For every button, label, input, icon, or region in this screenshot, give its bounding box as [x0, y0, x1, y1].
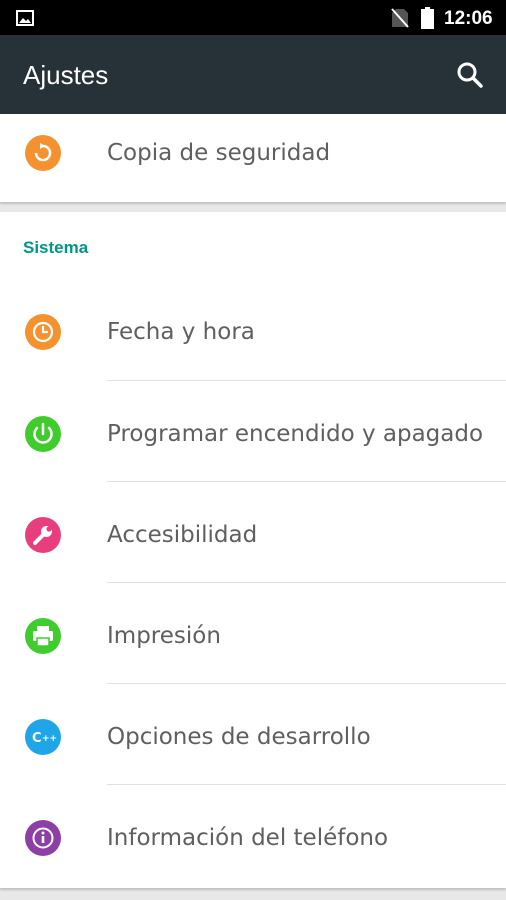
app-bar: Ajustes [0, 35, 506, 114]
svg-text:++: ++ [42, 734, 57, 744]
developer-icon: C ++ [25, 719, 61, 755]
no-sim-icon [391, 8, 409, 28]
settings-item-accessibility[interactable]: Accesibilidad [0, 482, 506, 583]
settings-item-label: Programar encendido y apagado [107, 421, 484, 447]
settings-item-label: Fecha y hora [107, 319, 255, 345]
settings-card-system: Sistema Fecha y hora Programar encendido… [0, 212, 506, 888]
settings-item-label: Copia de seguridad [107, 140, 331, 166]
settings-item-label: Información del teléfono [107, 825, 389, 851]
settings-item-label: Accesibilidad [107, 522, 258, 548]
page-title: Ajustes [23, 60, 109, 90]
settings-item-phone-info[interactable]: Información del teléfono [0, 785, 506, 886]
status-bar: 12:06 [0, 0, 506, 35]
section-header-system: Sistema [23, 238, 89, 257]
settings-item-printing[interactable]: Impresión [0, 583, 506, 684]
settings-item-schedule-power[interactable]: Programar encendido y apagado [0, 381, 506, 482]
gallery-icon [16, 10, 34, 26]
info-icon [25, 820, 61, 856]
search-button[interactable] [450, 57, 490, 93]
power-icon [25, 416, 61, 452]
wrench-icon [25, 517, 61, 553]
battery-icon [421, 7, 434, 29]
printer-icon [25, 618, 61, 654]
settings-item-date-time[interactable]: Fecha y hora [0, 280, 506, 381]
status-time: 12:06 [444, 8, 493, 29]
settings-card-top: Copia de seguridad [0, 114, 506, 202]
settings-item-label: Opciones de desarrollo [107, 724, 371, 750]
search-icon [457, 62, 483, 88]
clock-icon [25, 314, 61, 350]
settings-item-developer-options[interactable]: C ++ Opciones de desarrollo [0, 684, 506, 785]
svg-text:C: C [32, 731, 42, 746]
settings-item-label: Impresión [107, 623, 221, 649]
backup-icon [25, 135, 61, 171]
settings-item-backup[interactable]: Copia de seguridad [0, 114, 506, 202]
